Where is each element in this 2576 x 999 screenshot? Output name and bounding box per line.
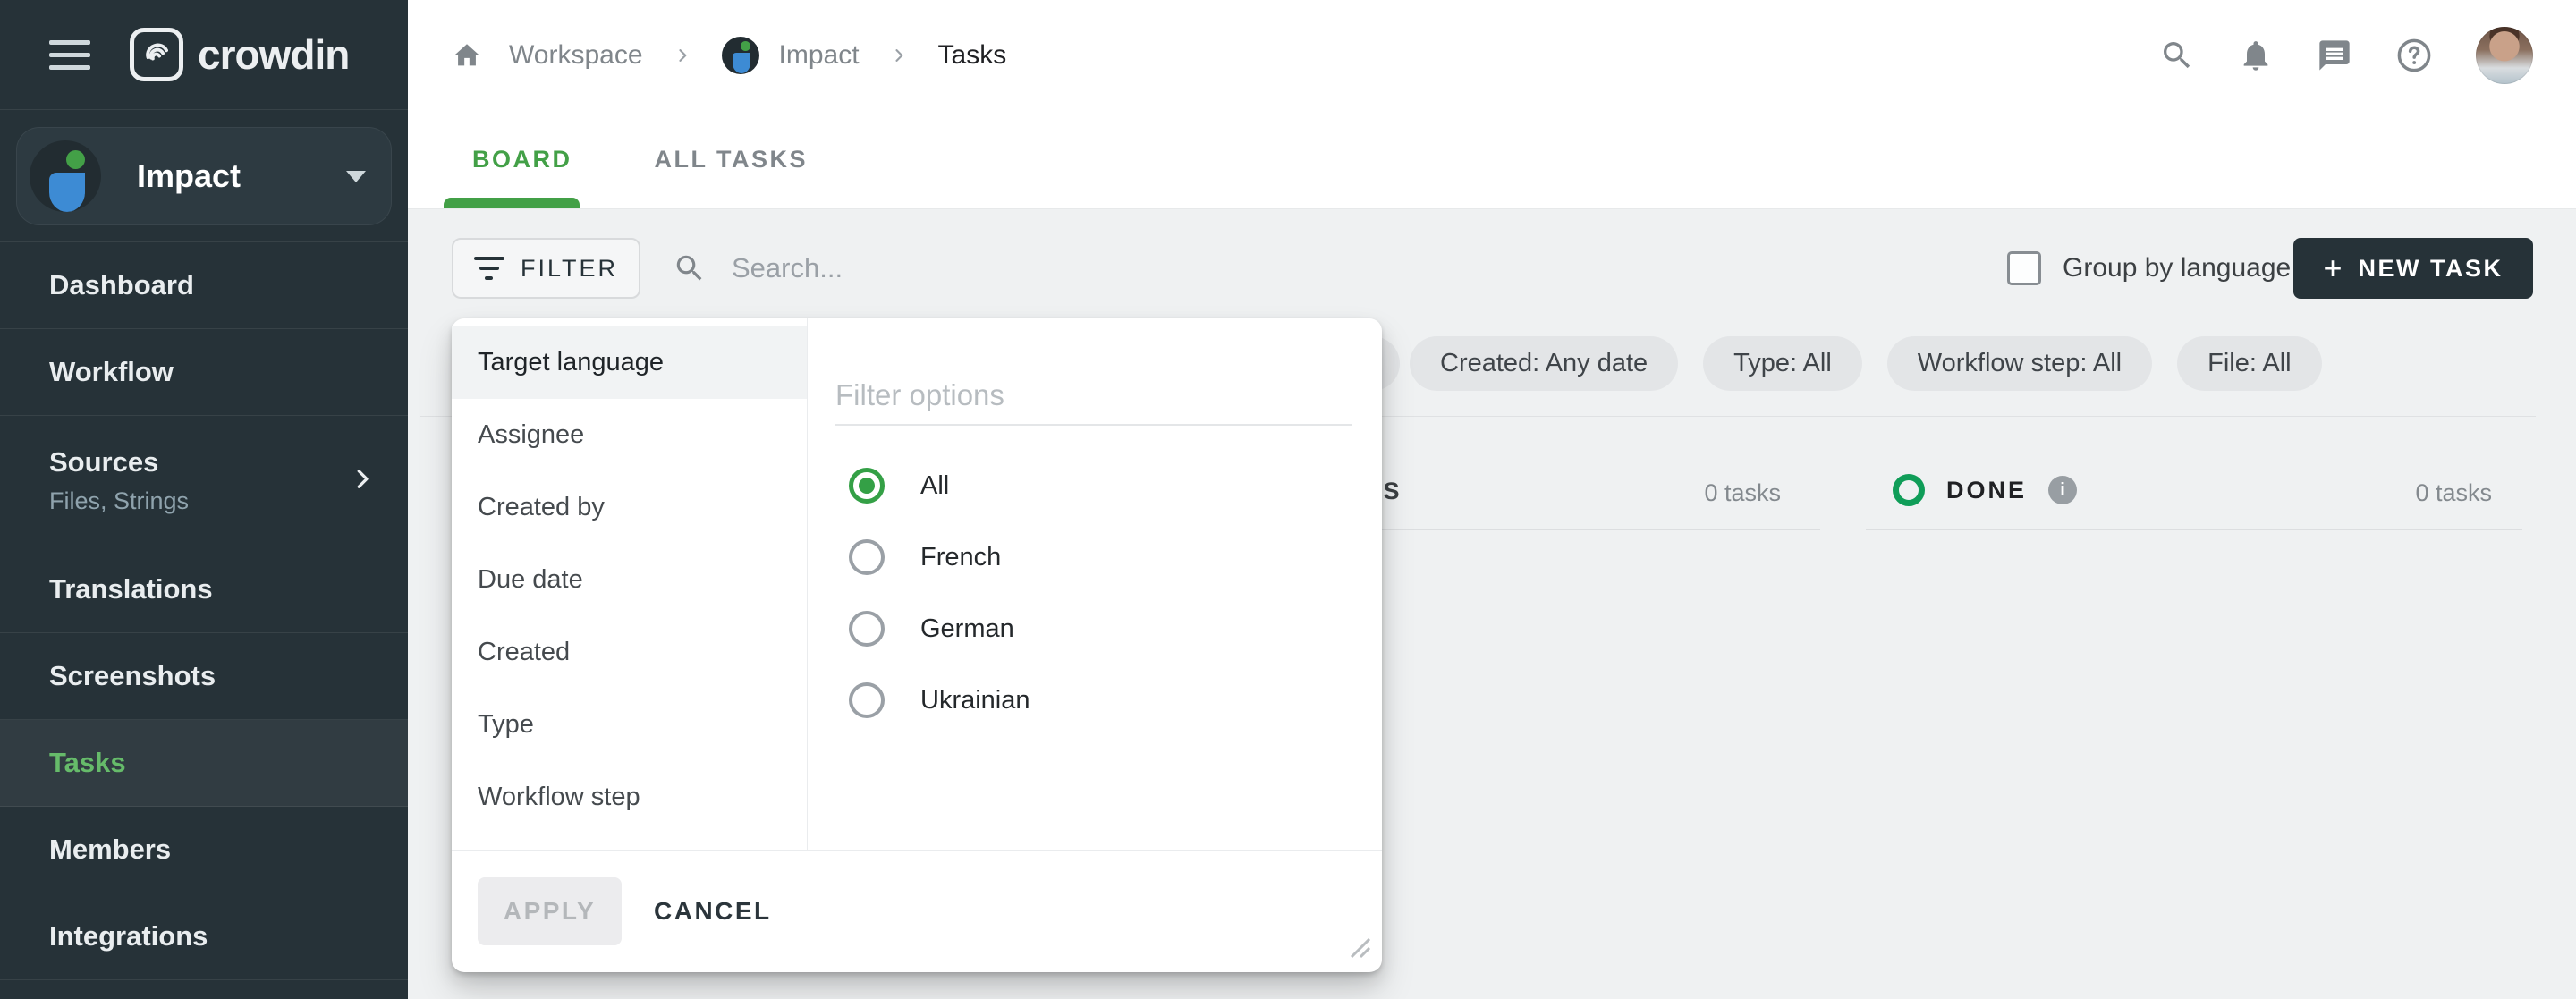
filter-menu-workflow-step[interactable]: Workflow step (452, 761, 807, 834)
filter-chip-type[interactable]: Type: All (1703, 336, 1862, 391)
breadcrumb-project[interactable]: Impact (779, 40, 860, 71)
language-options: All French German Ukrainian (835, 450, 1352, 736)
option-french[interactable]: French (835, 521, 1352, 593)
option-german[interactable]: German (835, 593, 1352, 665)
chevron-right-icon (674, 44, 691, 67)
sidebar-item-integrations[interactable]: Integrations (0, 893, 408, 980)
filter-menu-due-date[interactable]: Due date (452, 544, 807, 616)
board-column-done-label: DONE (1946, 477, 2027, 504)
info-icon[interactable]: i (2048, 476, 2077, 504)
board-column-divider (1866, 529, 2522, 530)
active-tab-underline (444, 198, 580, 208)
apply-button[interactable]: APPLY (478, 877, 622, 945)
option-ukrainian[interactable]: Ukrainian (835, 665, 1352, 736)
resize-handle[interactable] (1346, 934, 1371, 963)
help-icon[interactable] (2395, 37, 2433, 74)
sidebar-item-workflow[interactable]: Workflow (0, 329, 408, 416)
chevron-down-icon (346, 171, 366, 182)
filter-menu-target-language[interactable]: Target language (452, 326, 807, 399)
option-all[interactable]: All (835, 450, 1352, 521)
crowdin-logo[interactable]: crowdin (130, 28, 349, 81)
radio-icon (849, 539, 885, 575)
plus-icon: + (2323, 252, 2342, 284)
sidebar-item-screenshots[interactable]: Screenshots (0, 633, 408, 720)
filter-button[interactable]: FILTER (452, 238, 640, 299)
filter-dropdown-panel: Target language Assignee Created by Due … (452, 318, 1382, 972)
notifications-bell-icon[interactable] (2238, 38, 2274, 73)
cancel-button[interactable]: CANCEL (654, 877, 772, 945)
sidebar-item-tasks[interactable]: Tasks (0, 720, 408, 807)
chevron-right-icon (349, 465, 376, 496)
filter-menu-type[interactable]: Type (452, 689, 807, 761)
filter-options-input[interactable] (835, 367, 1352, 426)
sidebar: crowdin Impact Dashboard Workflow Source… (0, 0, 408, 999)
filter-chips: Created: Any date Type: All Workflow ste… (1410, 336, 2322, 391)
project-name: Impact (137, 157, 346, 195)
filter-panel-footer: APPLY CANCEL (452, 850, 1382, 972)
search-icon (673, 251, 707, 290)
tab-all-tasks[interactable]: ALL TASKS (655, 146, 809, 174)
done-status-ring-icon (1893, 474, 1925, 506)
board-column-done-header: DONE i (1893, 474, 2077, 506)
home-icon[interactable] (452, 40, 482, 71)
breadcrumb-project-avatar (722, 37, 759, 74)
board-column-done-count: 0 tasks (2415, 479, 2492, 507)
sidebar-item-sources[interactable]: Sources Files, Strings (0, 416, 408, 546)
group-by-language-checkbox[interactable] (2007, 251, 2041, 285)
tabs: BOARD ALL TASKS (408, 110, 2576, 208)
messages-chat-icon[interactable] (2317, 38, 2352, 73)
project-selector[interactable]: Impact (16, 127, 392, 225)
crowdin-wordmark: crowdin (198, 30, 349, 79)
main-header: Workspace Impact Tasks (408, 0, 2576, 209)
filter-chip-workflow-step[interactable]: Workflow step: All (1887, 336, 2152, 391)
header-icons (2159, 27, 2533, 84)
chevron-right-icon (890, 44, 908, 67)
sidebar-nav: Dashboard Workflow Sources Files, String… (0, 241, 408, 980)
breadcrumb: Workspace Impact Tasks (408, 0, 2576, 110)
filter-options-pane: All French German Ukrainian (808, 318, 1382, 850)
sidebar-item-dashboard[interactable]: Dashboard (0, 242, 408, 329)
group-by-language-label[interactable]: Group by language (2063, 253, 2291, 284)
filter-chip-file[interactable]: File: All (2177, 336, 2321, 391)
sidebar-item-members[interactable]: Members (0, 807, 408, 893)
menu-icon[interactable] (49, 40, 90, 70)
sidebar-item-translations[interactable]: Translations (0, 546, 408, 633)
search-icon[interactable] (2159, 38, 2195, 73)
sidebar-top: crowdin (0, 0, 408, 110)
breadcrumb-current: Tasks (938, 40, 1007, 71)
user-avatar[interactable] (2476, 27, 2533, 84)
radio-selected-icon (849, 468, 885, 504)
crowdin-logo-icon (130, 28, 183, 81)
breadcrumb-workspace[interactable]: Workspace (509, 40, 643, 71)
filter-icon (474, 257, 504, 280)
filter-menu: Target language Assignee Created by Due … (452, 318, 808, 850)
filter-chip-created[interactable]: Created: Any date (1410, 336, 1678, 391)
filter-menu-created-by[interactable]: Created by (452, 471, 807, 544)
filter-menu-assignee[interactable]: Assignee (452, 399, 807, 471)
main-area: Workspace Impact Tasks (408, 0, 2576, 999)
search-input[interactable] (732, 243, 1233, 293)
board-column-in-progress-count: 0 tasks (1704, 479, 1781, 507)
filter-menu-created[interactable]: Created (452, 616, 807, 689)
project-avatar (30, 140, 101, 212)
radio-icon (849, 611, 885, 647)
radio-icon (849, 682, 885, 718)
new-task-button[interactable]: + NEW TASK (2293, 238, 2533, 299)
tab-board[interactable]: BOARD (472, 146, 572, 174)
